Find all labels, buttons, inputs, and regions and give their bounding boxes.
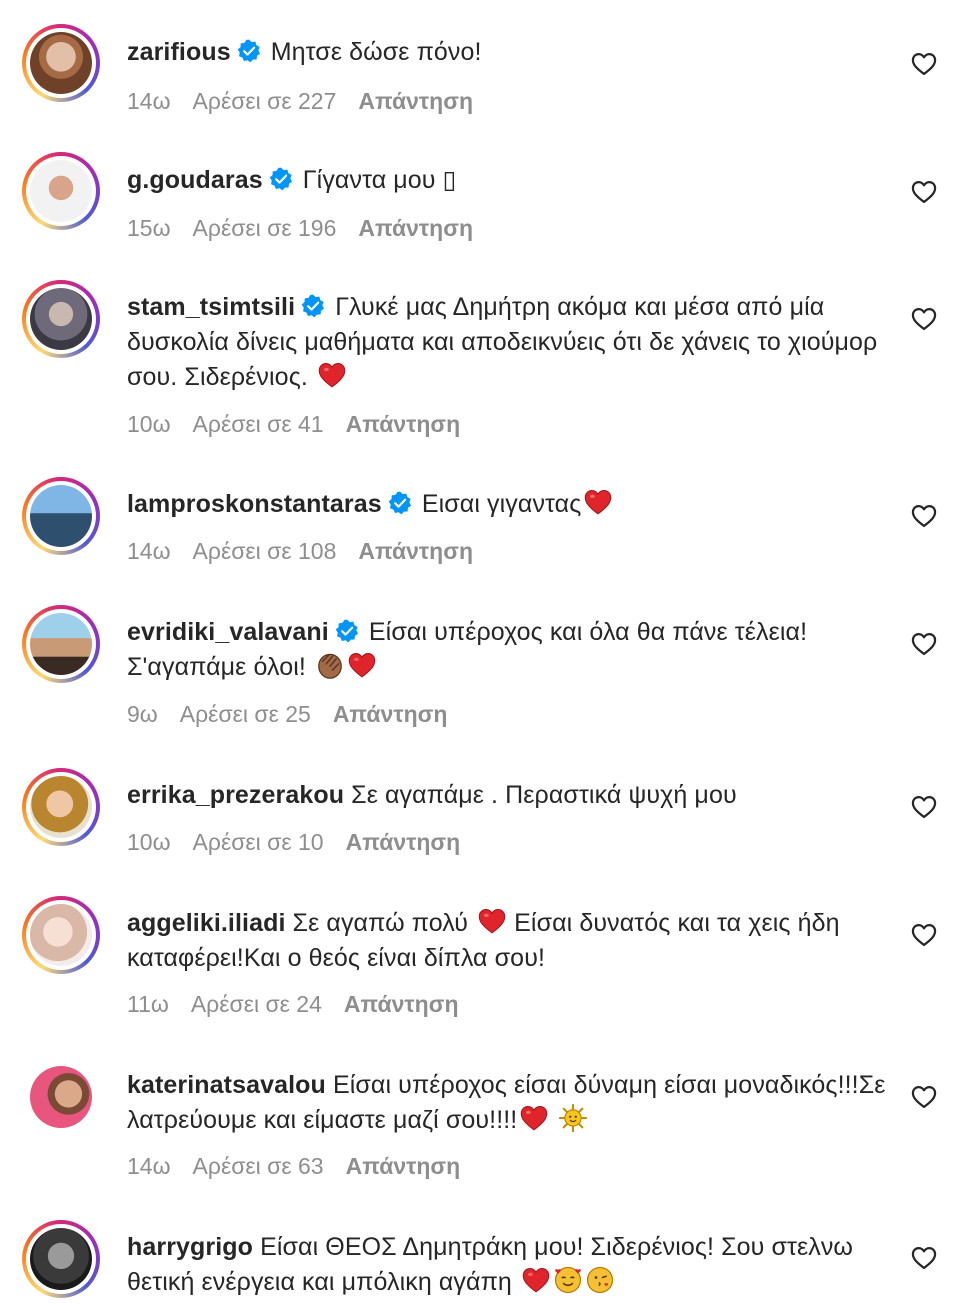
comment-time[interactable]: 14ω xyxy=(127,538,171,564)
comment-time[interactable]: 10ω xyxy=(127,829,171,855)
comment-username[interactable]: harrygrigo xyxy=(127,1233,253,1261)
heart-outline-icon[interactable] xyxy=(910,1244,938,1272)
reply-button[interactable]: Απάντηση xyxy=(346,829,461,855)
story-ring[interactable] xyxy=(22,280,100,358)
comment-time[interactable]: 14ω xyxy=(127,1153,171,1179)
comment-text: evridiki_valavani Είσαι υπέροχος και όλα… xyxy=(127,615,887,685)
avatar[interactable] xyxy=(30,32,92,94)
heart-outline-icon[interactable] xyxy=(910,1083,938,1111)
comment-text: zarifious Μητσε δώσε πόνο! xyxy=(127,35,887,70)
comment-username[interactable]: evridiki_valavani xyxy=(127,618,329,646)
comment-text: g.goudaras Γίγαντα μου ▯ xyxy=(127,163,887,198)
avatar-wrapper[interactable] xyxy=(22,1058,100,1136)
comment-body: Εισαι γιγαντας xyxy=(421,490,582,518)
red-heart-emoji xyxy=(477,906,507,936)
avatar[interactable] xyxy=(30,485,92,547)
avatar[interactable] xyxy=(30,613,92,675)
comment-username[interactable]: zarifious xyxy=(127,38,231,66)
reply-button[interactable]: Απάντηση xyxy=(344,991,459,1017)
comment-meta: 11ω Αρέσει σε 24 Απάντηση xyxy=(127,991,481,1018)
reply-button[interactable]: Απάντηση xyxy=(346,1153,461,1179)
avatar[interactable] xyxy=(30,1228,92,1290)
red-heart-emoji xyxy=(521,1265,551,1295)
reply-button[interactable]: Απάντηση xyxy=(358,88,473,114)
red-heart-emoji xyxy=(347,650,377,680)
comment-likes[interactable]: Αρέσει σε 10 xyxy=(193,829,324,855)
story-ring[interactable] xyxy=(22,477,100,555)
reply-button[interactable]: Απάντηση xyxy=(333,701,448,727)
comment-meta: 9ω Αρέσει σε 25 Απάντηση xyxy=(127,701,469,728)
story-ring[interactable] xyxy=(22,768,100,846)
red-heart-emoji xyxy=(519,1103,549,1133)
heart-outline-icon[interactable] xyxy=(910,305,938,333)
comment-text: lamproskonstantaras Εισαι γιγαντας xyxy=(127,487,887,522)
comment-username[interactable]: lamproskonstantaras xyxy=(127,490,382,518)
comment-likes[interactable]: Αρέσει σε 63 xyxy=(193,1153,324,1179)
comment-meta: 14ω Αρέσει σε 227 Απάντηση xyxy=(127,88,495,115)
comment-likes[interactable]: Αρέσει σε 24 xyxy=(191,991,322,1017)
comment-username[interactable]: katerinatsavalou xyxy=(127,1071,326,1099)
avatar[interactable] xyxy=(30,776,92,838)
heart-outline-icon[interactable] xyxy=(910,630,938,658)
story-ring[interactable] xyxy=(22,605,100,683)
comment-time[interactable]: 14ω xyxy=(127,88,171,114)
comment-meta: 10ω Αρέσει σε 10 Απάντηση xyxy=(127,829,482,856)
avatar[interactable] xyxy=(30,904,92,966)
story-ring[interactable] xyxy=(22,152,100,230)
comment-meta: 15ω Αρέσει σε 196 Απάντηση xyxy=(127,215,495,242)
comment-username[interactable]: aggeliki.iliadi xyxy=(127,909,286,937)
heart-outline-icon[interactable] xyxy=(910,921,938,949)
verified-badge-icon xyxy=(237,39,261,63)
smiling-face-with-hearts-emoji xyxy=(553,1265,583,1295)
comment-text: aggeliki.iliadi Σε αγαπώ πολύ Είσαι δυνα… xyxy=(127,906,887,976)
verified-badge-icon xyxy=(269,167,293,191)
verified-badge-icon xyxy=(335,619,359,643)
red-heart-emoji xyxy=(583,487,613,517)
heart-outline-icon[interactable] xyxy=(910,793,938,821)
avatar[interactable] xyxy=(30,288,92,350)
heart-outline-icon[interactable] xyxy=(910,502,938,530)
sun-emoji xyxy=(558,1103,588,1133)
story-ring[interactable] xyxy=(22,24,100,102)
clapping-hands-emoji xyxy=(315,650,345,680)
comment-body: Γίγαντα μου ▯ xyxy=(302,166,457,194)
comment-meta: 10ω Αρέσει σε 41 Απάντηση xyxy=(127,411,482,438)
verified-badge-icon xyxy=(388,491,412,515)
comment-username[interactable]: stam_tsimtsili xyxy=(127,293,295,321)
face-blowing-kiss-emoji xyxy=(585,1265,615,1295)
verified-badge-icon xyxy=(301,294,325,318)
comment-text: harrygrigo Είσαι ΘΕΟΣ Δημητράκη μου! Σιδ… xyxy=(127,1230,887,1300)
heart-outline-icon[interactable] xyxy=(910,50,938,78)
heart-outline-icon[interactable] xyxy=(910,178,938,206)
story-ring[interactable] xyxy=(22,896,100,974)
comment-likes[interactable]: Αρέσει σε 25 xyxy=(180,701,311,727)
story-ring[interactable] xyxy=(22,1220,100,1298)
comment-text: errika_prezerakou Σε αγαπάμε . Περαστικά… xyxy=(127,778,887,813)
comment-time[interactable]: 11ω xyxy=(127,991,169,1017)
comment-body: Μητσε δώσε πόνο! xyxy=(270,38,482,66)
comment-time[interactable]: 15ω xyxy=(127,215,171,241)
comment-likes[interactable]: Αρέσει σε 227 xyxy=(193,88,337,114)
comment-meta: 14ω Αρέσει σε 63 Απάντηση xyxy=(127,1153,482,1180)
comment-meta: 14ω Αρέσει σε 108 Απάντηση xyxy=(127,538,495,565)
red-heart-emoji xyxy=(317,360,347,390)
comment-text: stam_tsimtsili Γλυκέ μας Δημήτρη ακόμα κ… xyxy=(127,290,887,395)
comment-time[interactable]: 10ω xyxy=(127,411,171,437)
avatar[interactable] xyxy=(30,160,92,222)
reply-button[interactable]: Απάντηση xyxy=(346,411,461,437)
comment-likes[interactable]: Αρέσει σε 41 xyxy=(193,411,324,437)
comment-likes[interactable]: Αρέσει σε 196 xyxy=(193,215,337,241)
reply-button[interactable]: Απάντηση xyxy=(358,215,473,241)
avatar[interactable] xyxy=(30,1066,92,1128)
comment-body: Σε αγαπάμε . Περαστικά ψυχή μου xyxy=(351,781,737,809)
comment-text: katerinatsavalou Είσαι υπέροχος είσαι δύ… xyxy=(127,1068,887,1138)
comment-body-part1: Σε αγαπώ πολύ xyxy=(292,909,469,937)
comment-username[interactable]: g.goudaras xyxy=(127,166,263,194)
comment-time[interactable]: 9ω xyxy=(127,701,158,727)
reply-button[interactable]: Απάντηση xyxy=(358,538,473,564)
comment-likes[interactable]: Αρέσει σε 108 xyxy=(193,538,337,564)
comment-username[interactable]: errika_prezerakou xyxy=(127,781,344,809)
